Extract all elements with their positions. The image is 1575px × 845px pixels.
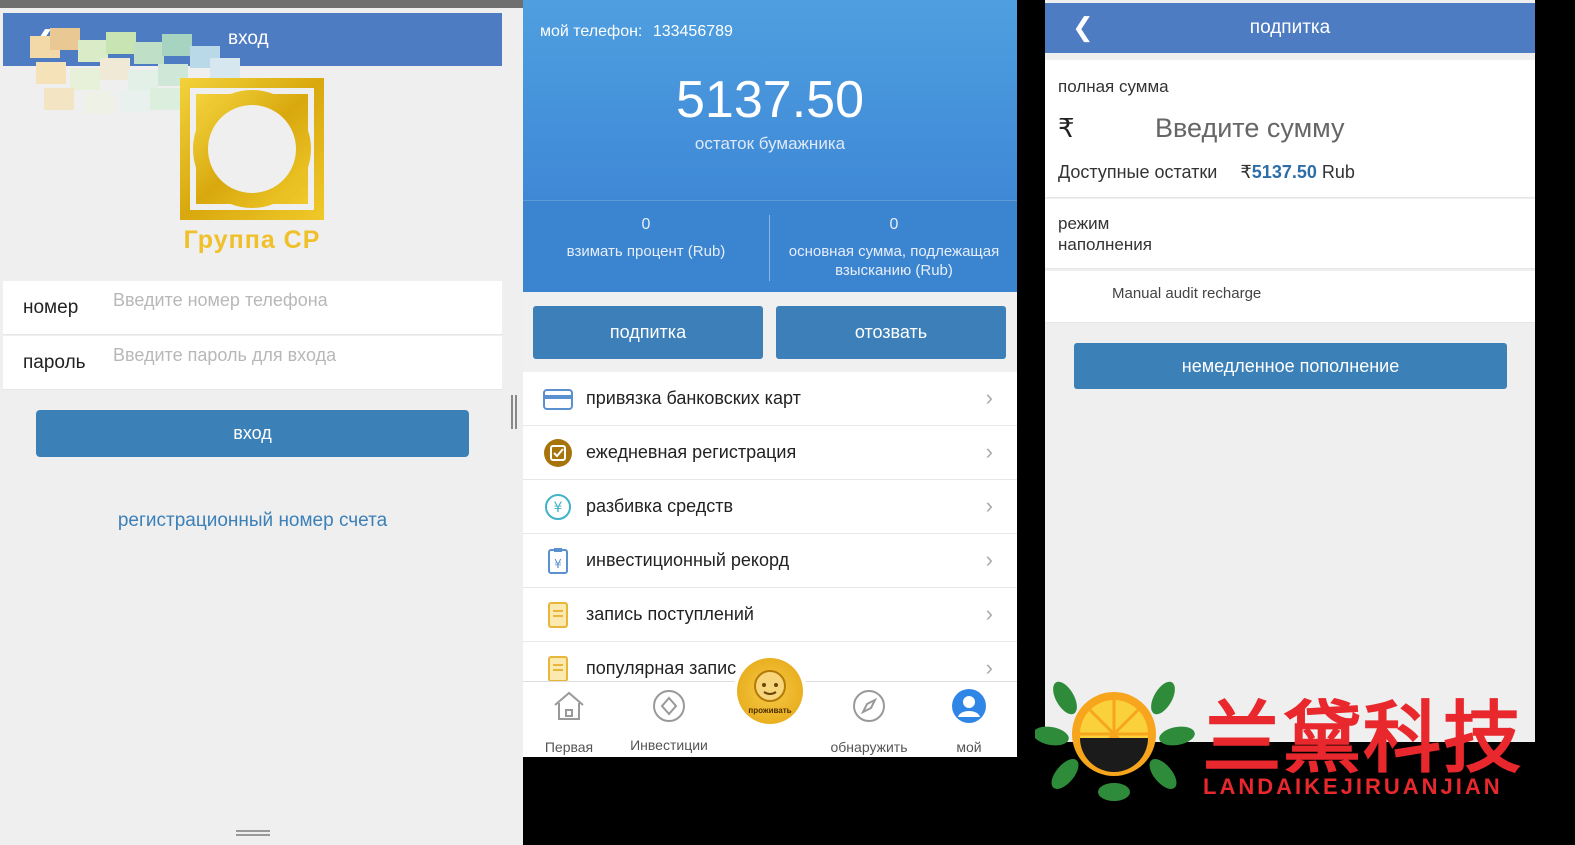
withdraw-button[interactable]: отозвать xyxy=(776,306,1006,359)
stat-principal-value: 0 xyxy=(889,216,899,233)
available-value: 5137.50 xyxy=(1251,162,1317,182)
document-icon xyxy=(548,656,568,682)
tab-investments[interactable]: Инвестиции xyxy=(619,688,719,753)
password-label: пароль xyxy=(23,352,86,373)
tab-discover-label: обнаружить xyxy=(830,739,908,755)
recharge-header: ❮ подпитка xyxy=(1045,3,1535,53)
window-top-bar xyxy=(0,0,523,8)
chevron-right-icon: › xyxy=(985,385,993,410)
tab-investments-label: Инвестиции xyxy=(630,737,708,753)
chevron-right-icon: › xyxy=(985,493,993,518)
menu-item-daily-checkin[interactable]: ежедневная регистрация › xyxy=(523,426,1017,480)
available-unit: Rub xyxy=(1321,162,1355,182)
stats-bar: 0 взимать процент (Rub) 0 основная сумма… xyxy=(523,200,1017,292)
mode-label: режим наполнения xyxy=(1058,214,1152,254)
card-icon xyxy=(543,389,573,410)
watermark-en-text: LANDAIKEJIRUANJIAN xyxy=(1203,774,1503,799)
svg-text:¥: ¥ xyxy=(554,557,562,571)
user-icon xyxy=(952,689,986,723)
password-row: пароль xyxy=(3,336,502,390)
phone-value: 133456789 xyxy=(652,23,733,40)
stat-principal: 0 основная сумма, подлежащая взысканию (… xyxy=(771,215,1017,280)
tab-home[interactable]: Первая xyxy=(523,688,619,755)
available-symbol: ₹ xyxy=(1240,162,1252,182)
menu-item-label: популярная запис xyxy=(586,658,737,678)
register-account-link[interactable]: регистрационный номер счета xyxy=(0,510,505,532)
watermark: 兰黛科技 LANDAIKEJIRUANJIAN xyxy=(1033,668,1565,808)
compass-icon xyxy=(853,690,885,722)
stat-interest: 0 взимать процент (Rub) xyxy=(523,215,769,261)
menu-item-label: разбивка средств xyxy=(586,496,734,516)
recharge-option[interactable]: Manual audit recharge xyxy=(1045,271,1535,323)
wallet-screen: мой телефон: 133456789 5137.50 остаток б… xyxy=(523,0,1017,757)
wallet-hero: мой телефон: 133456789 5137.50 остаток б… xyxy=(523,0,1017,200)
menu-item-bank-cards[interactable]: привязка банковских карт › xyxy=(523,372,1017,426)
wallet-balance: 5137.50 xyxy=(676,71,864,129)
login-screen: ❮ вход xyxy=(0,0,523,845)
svg-text:¥: ¥ xyxy=(554,500,563,516)
tab-mine[interactable]: мой xyxy=(919,688,1017,755)
home-icon xyxy=(554,691,584,720)
tab-home-label: Первая xyxy=(544,739,594,755)
menu-item-label: привязка банковских карт xyxy=(586,388,801,408)
phone-label: мой телефон: xyxy=(540,23,643,40)
resize-handle[interactable] xyxy=(511,395,517,429)
rupee-icon: ₹ xyxy=(1058,113,1075,143)
tab-live[interactable]: проживать xyxy=(733,654,807,728)
instant-recharge-button[interactable]: немедленное пополнение xyxy=(1074,343,1507,389)
checkin-icon xyxy=(544,439,572,467)
diamond-icon xyxy=(653,690,685,722)
tab-live-label: проживать xyxy=(748,706,792,715)
company-logo: Группа СР xyxy=(162,72,342,262)
password-input[interactable] xyxy=(113,340,493,370)
login-button[interactable]: вход xyxy=(36,410,469,457)
number-row: номер xyxy=(3,281,502,335)
stat-principal-label: основная сумма, подлежащая взысканию (Ru… xyxy=(788,243,1000,279)
live-avatar-icon: проживать xyxy=(737,658,803,724)
stat-interest-value: 0 xyxy=(641,216,651,233)
watermark-logo-icon xyxy=(1033,681,1195,801)
logo-text: Группа СР xyxy=(183,226,321,254)
amount-section: полная сумма ₹ Доступные остатки ₹5137.5… xyxy=(1045,60,1535,198)
document-icon xyxy=(548,602,568,628)
menu-item-funds-breakdown[interactable]: ¥ разбивка средств › xyxy=(523,480,1017,534)
watermark-cn-text: 兰黛科技 xyxy=(1203,694,1524,784)
chevron-right-icon: › xyxy=(985,601,993,626)
tab-mine-label: мой xyxy=(956,739,982,755)
menu-item-label: ежедневная регистрация xyxy=(586,442,797,462)
chevron-right-icon: › xyxy=(985,439,993,464)
phone-line: мой телефон: 133456789 xyxy=(540,23,733,41)
stats-divider xyxy=(769,215,770,281)
menu-item-label: запись поступлений xyxy=(586,604,754,624)
recharge-title: подпитка xyxy=(1249,17,1331,38)
menu-item-income-record[interactable]: запись поступлений › xyxy=(523,588,1017,642)
number-label: номер xyxy=(23,297,79,318)
menu-item-label: инвестиционный рекорд xyxy=(586,550,790,570)
chevron-right-icon: › xyxy=(985,655,993,680)
chevron-right-icon: › xyxy=(985,547,993,572)
amount-label: полная сумма xyxy=(1058,77,1169,96)
phone-number-input[interactable] xyxy=(113,285,493,315)
mode-section: режим наполнения xyxy=(1045,199,1535,269)
wallet-balance-label: остаток бумажника xyxy=(694,134,846,153)
available-label: Доступные остатки xyxy=(1058,162,1218,182)
wallet-menu: привязка банковских карт › ежедневная ре… xyxy=(523,372,1017,696)
recharge-screen: ❮ подпитка полная сумма ₹ Доступные оста… xyxy=(1045,0,1535,742)
bottom-grip[interactable] xyxy=(236,830,270,836)
tab-discover[interactable]: обнаружить xyxy=(819,688,919,755)
menu-item-investment-record[interactable]: ¥ инвестиционный рекорд › xyxy=(523,534,1017,588)
recharge-option-label: Manual audit recharge xyxy=(1112,285,1262,302)
stat-interest-label: взимать процент (Rub) xyxy=(566,243,726,260)
recharge-button[interactable]: подпитка xyxy=(533,306,763,359)
yen-coin-icon: ¥ xyxy=(545,494,571,520)
available-balance: Доступные остатки ₹5137.50 Rub xyxy=(1058,162,1355,183)
amount-input[interactable] xyxy=(1155,108,1455,148)
clipboard-yen-icon: ¥ xyxy=(548,548,568,574)
